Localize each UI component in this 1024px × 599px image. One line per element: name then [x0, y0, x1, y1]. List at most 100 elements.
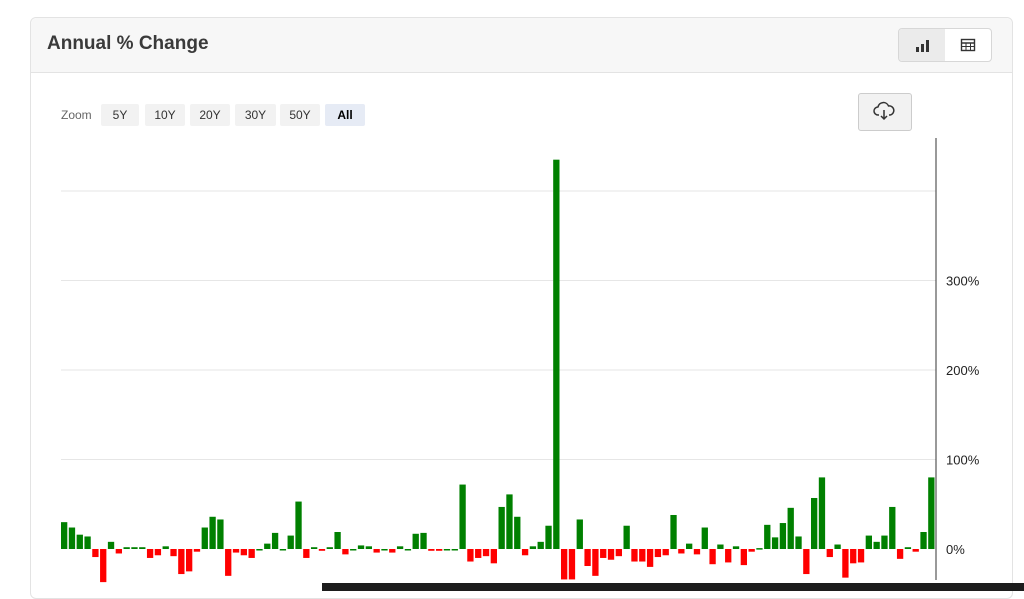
bar[interactable] — [342, 549, 349, 555]
bar[interactable] — [928, 477, 935, 549]
bar[interactable] — [162, 546, 169, 550]
bar[interactable] — [553, 159, 560, 549]
bar[interactable] — [225, 549, 232, 576]
bar[interactable] — [771, 537, 779, 549]
bar[interactable] — [373, 549, 380, 553]
bar[interactable] — [873, 541, 880, 549]
bar[interactable] — [326, 547, 333, 549]
bar[interactable] — [850, 549, 857, 564]
bar[interactable] — [506, 494, 513, 549]
bar[interactable] — [826, 549, 833, 558]
bar[interactable] — [279, 549, 287, 551]
bar[interactable] — [795, 536, 802, 549]
bar[interactable] — [482, 549, 490, 557]
bar[interactable] — [654, 549, 662, 558]
bar[interactable] — [912, 549, 919, 552]
bar[interactable] — [256, 549, 263, 551]
bar[interactable] — [357, 545, 365, 549]
bar[interactable] — [428, 549, 435, 551]
bar[interactable] — [68, 527, 76, 549]
bar[interactable] — [381, 549, 388, 551]
bar[interactable] — [264, 543, 271, 549]
bar[interactable] — [803, 549, 810, 575]
bar[interactable] — [568, 549, 576, 580]
bar[interactable] — [217, 519, 224, 550]
bar[interactable] — [701, 527, 708, 549]
bar[interactable] — [662, 549, 669, 556]
bar[interactable] — [84, 536, 91, 549]
bar[interactable] — [467, 549, 474, 562]
bar[interactable] — [404, 549, 412, 551]
bar[interactable] — [271, 532, 279, 549]
bar[interactable] — [412, 533, 419, 549]
bar[interactable] — [146, 549, 154, 558]
bar[interactable] — [240, 549, 247, 556]
bar[interactable] — [92, 549, 99, 558]
bar[interactable] — [498, 506, 505, 549]
bar[interactable] — [61, 522, 68, 549]
bar[interactable] — [811, 497, 818, 550]
bar[interactable] — [451, 549, 458, 551]
bar[interactable] — [232, 549, 240, 553]
bar[interactable] — [436, 549, 443, 551]
bar[interactable] — [646, 549, 654, 567]
bar[interactable] — [521, 549, 529, 556]
bar[interactable] — [186, 549, 193, 572]
bar[interactable] — [889, 506, 896, 549]
bar[interactable] — [201, 527, 208, 549]
bar[interactable] — [717, 544, 724, 549]
bar[interactable] — [865, 535, 872, 550]
bar[interactable] — [725, 549, 732, 563]
bar[interactable] — [529, 546, 537, 550]
bar[interactable] — [623, 525, 630, 549]
bar[interactable] — [154, 549, 162, 556]
bar[interactable] — [842, 549, 849, 578]
bar[interactable] — [787, 507, 794, 549]
bar[interactable] — [131, 547, 138, 549]
bar[interactable] — [600, 549, 607, 558]
bar[interactable] — [779, 523, 787, 549]
bar[interactable] — [139, 547, 146, 549]
bar[interactable] — [678, 549, 685, 554]
bar[interactable] — [443, 549, 451, 551]
bar[interactable] — [670, 514, 677, 549]
bar[interactable] — [693, 549, 701, 555]
bar[interactable] — [365, 546, 372, 550]
bar[interactable] — [248, 549, 255, 558]
bar[interactable] — [396, 546, 404, 550]
bar[interactable] — [318, 549, 326, 551]
bar[interactable] — [123, 547, 130, 549]
bar[interactable] — [740, 549, 747, 566]
bar[interactable] — [420, 532, 427, 549]
bar[interactable] — [857, 549, 865, 563]
bar[interactable] — [639, 549, 646, 562]
bar[interactable] — [561, 549, 568, 580]
bar[interactable] — [686, 543, 693, 549]
bar[interactable] — [514, 516, 521, 549]
bar[interactable] — [631, 549, 638, 562]
bar[interactable] — [920, 532, 927, 549]
bar[interactable] — [459, 484, 466, 549]
bar[interactable] — [818, 477, 826, 549]
bar[interactable] — [76, 534, 83, 549]
bar[interactable] — [537, 541, 544, 549]
bar[interactable] — [756, 548, 763, 550]
bar[interactable] — [295, 501, 302, 549]
bar[interactable] — [748, 549, 755, 552]
bar[interactable] — [764, 524, 771, 549]
bar[interactable] — [100, 549, 107, 583]
bar[interactable] — [732, 546, 740, 550]
bar[interactable] — [592, 549, 599, 576]
bar[interactable] — [287, 535, 294, 550]
bar[interactable] — [709, 549, 716, 565]
bar[interactable] — [584, 549, 591, 566]
bar[interactable] — [576, 519, 583, 550]
bar[interactable] — [193, 549, 201, 552]
bar[interactable] — [303, 549, 310, 558]
bar[interactable] — [615, 549, 622, 557]
bar[interactable] — [545, 525, 552, 549]
bar[interactable] — [389, 549, 396, 553]
bar[interactable] — [834, 544, 841, 549]
bar[interactable] — [311, 547, 318, 549]
bar[interactable] — [475, 549, 482, 558]
